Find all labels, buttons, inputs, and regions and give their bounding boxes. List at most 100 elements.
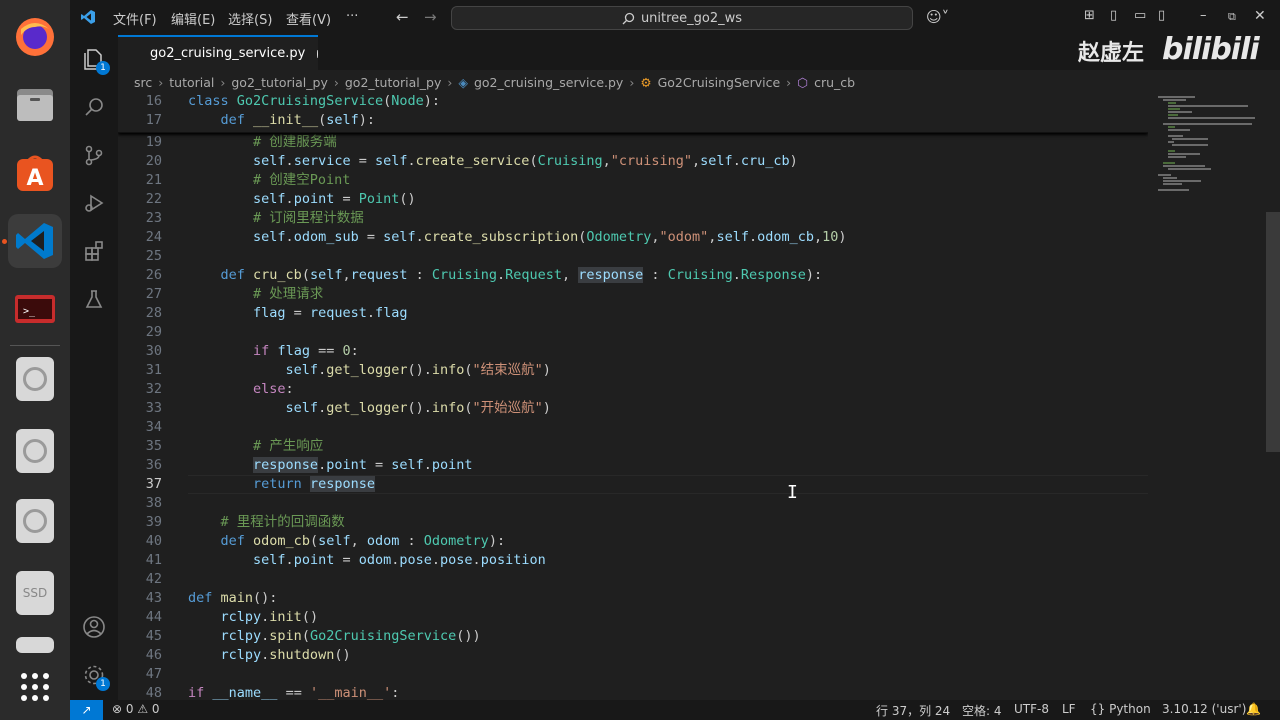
ssd-icon[interactable]: SSD (8, 566, 62, 620)
toggle-panel-icon[interactable]: ▭ (1134, 8, 1146, 23)
toggle-secondary-sidebar-icon[interactable]: ▯ (1158, 8, 1165, 23)
code-line[interactable]: 30 if flag == 0: (118, 342, 1148, 361)
line-code[interactable]: self.odom_sub = self.create_subscription… (188, 228, 847, 247)
end-of-line[interactable]: LF (1062, 702, 1076, 716)
code-line[interactable]: 36 response.point = self.point (118, 456, 1148, 475)
line-code[interactable]: # 里程计的回调函数 (188, 513, 345, 532)
testing-flask-icon[interactable] (70, 279, 118, 319)
breadcrumb-item[interactable]: cru_cb (814, 75, 855, 90)
menu-view[interactable]: 查看(V) (286, 9, 331, 28)
code-line[interactable]: 23 # 订阅里程计数据 (118, 209, 1148, 228)
line-code[interactable]: rclpy.init() (188, 608, 319, 627)
code-line[interactable]: 27 # 处理请求 (118, 285, 1148, 304)
line-code[interactable]: flag = request.flag (188, 304, 407, 323)
code-line[interactable]: 40 def odom_cb(self, odom : Odometry): (118, 532, 1148, 551)
code-line[interactable]: 38 (118, 494, 1148, 513)
copilot-icon[interactable]: ☺˅ (926, 8, 949, 26)
line-code[interactable]: # 订阅里程计数据 (188, 209, 364, 228)
extensions-icon[interactable] (70, 231, 118, 271)
code-line[interactable]: 29 (118, 323, 1148, 342)
code-line[interactable]: 34 (118, 418, 1148, 437)
code-line[interactable]: 43 def main(): (118, 589, 1148, 608)
show-apps-icon[interactable] (8, 660, 62, 714)
line-code[interactable]: self.service = self.create_service(Cruis… (188, 152, 798, 171)
code-line[interactable]: 44 rclpy.init() (118, 608, 1148, 627)
line-code[interactable]: # 创建服务端 (188, 133, 337, 152)
line-code[interactable]: def cru_cb(self,request : Cruising.Reque… (188, 266, 822, 285)
line-code[interactable]: self.get_logger().info("开始巡航") (188, 399, 551, 418)
line-code[interactable]: rclpy.spin(Go2CruisingService()) (188, 627, 481, 646)
code-line[interactable]: 25 (118, 247, 1148, 266)
sticky-scroll-header[interactable]: 16 class Go2CruisingService(Node): 17 def … (118, 92, 1148, 133)
unsaved-dot-icon[interactable] (317, 49, 318, 58)
breadcrumb-item[interactable]: go2_tutorial_py (345, 75, 441, 90)
code-editor[interactable]: 16 class Go2CruisingService(Node): 17 def … (118, 92, 1148, 700)
disk-icon[interactable] (8, 494, 62, 548)
search-view-icon[interactable] (70, 87, 118, 127)
code-line[interactable]: 33 self.get_logger().info("开始巡航") (118, 399, 1148, 418)
menu-more[interactable]: ··· (346, 9, 358, 24)
line-code[interactable]: else: (188, 380, 294, 399)
menu-file[interactable]: 文件(F) (113, 9, 157, 28)
line-code[interactable]: rclpy.shutdown() (188, 646, 351, 665)
line-code[interactable]: # 处理请求 (188, 285, 323, 304)
manage-gear-icon[interactable]: 1 (70, 655, 118, 695)
code-line[interactable]: 41 self.point = odom.pose.pose.position (118, 551, 1148, 570)
command-center-search[interactable]: unitree_go2_ws (451, 6, 913, 30)
line-code[interactable]: # 创建空Point (188, 171, 350, 190)
code-line[interactable]: 24 self.odom_sub = self.create_subscript… (118, 228, 1148, 247)
terminal-icon[interactable]: >_ (8, 282, 62, 336)
minimap[interactable] (1148, 92, 1266, 700)
code-line[interactable]: 22 self.point = Point() (118, 190, 1148, 209)
code-line[interactable]: 28 flag = request.flag (118, 304, 1148, 323)
code-line[interactable]: 35 # 产生响应 (118, 437, 1148, 456)
files-icon[interactable] (8, 78, 62, 132)
line-code[interactable]: if __name__ == '__main__': (188, 684, 399, 700)
code-line[interactable]: 21 # 创建空Point (118, 171, 1148, 190)
vscode-icon[interactable] (8, 214, 62, 268)
back-arrow-icon[interactable]: ← (396, 8, 409, 26)
restore-icon[interactable]: ⧉ (1228, 10, 1236, 24)
code-line[interactable]: 32 else: (118, 380, 1148, 399)
code-line[interactable]: 39 # 里程计的回调函数 (118, 513, 1148, 532)
line-code[interactable]: return response (188, 475, 375, 494)
menu-selection[interactable]: 选择(S) (228, 9, 272, 28)
code-line[interactable]: 37 return response (118, 475, 1148, 494)
breadcrumb-item[interactable]: Go2CruisingService (658, 75, 781, 90)
breadcrumb-item[interactable]: src (134, 75, 152, 90)
indentation[interactable]: 空格: 4 (962, 702, 1002, 719)
disk-icon[interactable] (8, 424, 62, 478)
encoding[interactable]: UTF-8 (1014, 702, 1049, 716)
code-line[interactable]: 26 def cru_cb(self,request : Cruising.Re… (118, 266, 1148, 285)
breadcrumb-item[interactable]: tutorial (169, 75, 214, 90)
line-code[interactable]: class Go2CruisingService(Node): (188, 92, 440, 111)
close-icon[interactable]: ✕ (1254, 8, 1266, 24)
account-icon[interactable] (70, 607, 118, 647)
breadcrumb-item[interactable]: go2_tutorial_py (231, 75, 327, 90)
tab-go2-cruising-service[interactable]: go2_cruising_service.py (118, 35, 318, 70)
line-code[interactable]: self.get_logger().info("结束巡航") (188, 361, 551, 380)
toggle-sidebar-icon[interactable]: ▯ (1110, 8, 1117, 23)
menu-edit[interactable]: 编辑(E) (171, 9, 215, 28)
run-debug-icon[interactable] (70, 183, 118, 223)
line-code[interactable]: def __init__(self): (188, 111, 375, 130)
code-line[interactable]: 42 (118, 570, 1148, 589)
language-mode[interactable]: {} Python (1090, 702, 1151, 716)
forward-arrow-icon[interactable]: → (424, 8, 437, 26)
problems-count[interactable]: ⊗ 0 ⚠ 0 (112, 702, 160, 716)
python-interpreter[interactable]: 3.10.12 ('usr') (1162, 702, 1246, 716)
code-line[interactable]: 16 class Go2CruisingService(Node): (118, 92, 1148, 111)
line-code[interactable]: self.point = odom.pose.pose.position (188, 551, 546, 570)
cursor-position[interactable]: 行 37，列 24 (876, 702, 950, 719)
line-code[interactable]: if flag == 0: (188, 342, 359, 361)
firefox-icon[interactable] (8, 10, 62, 64)
customize-layout-icon[interactable]: ⊞ (1084, 8, 1095, 23)
explorer-icon[interactable]: 1 (70, 39, 118, 79)
disk-icon[interactable] (8, 352, 62, 406)
code-line[interactable]: 46 rclpy.shutdown() (118, 646, 1148, 665)
code-line[interactable]: 31 self.get_logger().info("结束巡航") (118, 361, 1148, 380)
remote-indicator-icon[interactable]: ↗ (70, 700, 103, 720)
line-code[interactable]: response.point = self.point (188, 456, 473, 475)
source-control-icon[interactable] (70, 135, 118, 175)
line-code[interactable]: # 产生响应 (188, 437, 323, 456)
